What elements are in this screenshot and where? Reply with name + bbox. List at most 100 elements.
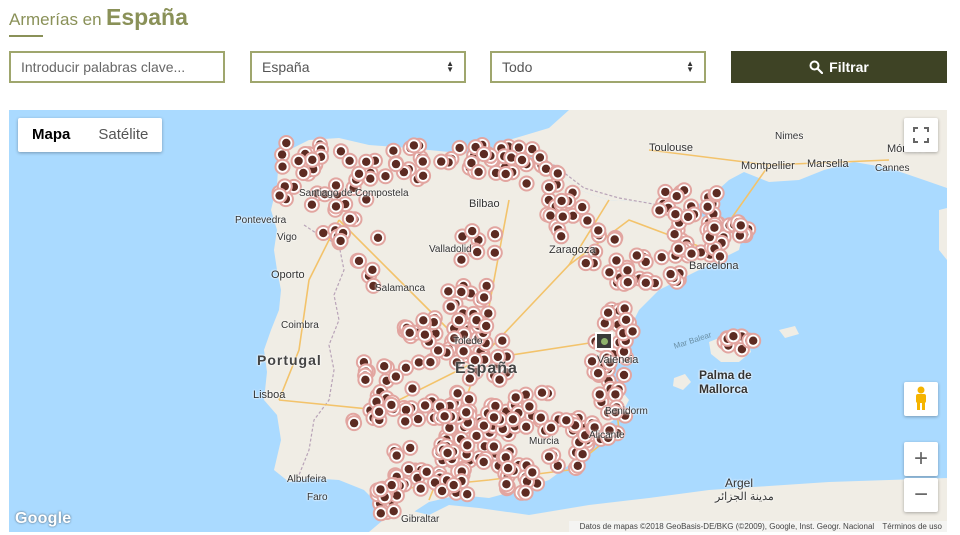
city-label: مدينة الجزائر [715,491,774,503]
map-container[interactable]: Toulouse Nimes Montpellier Marsella Móna… [9,110,947,532]
marker-dot [541,164,551,173]
marker-dot [612,256,621,265]
marker-dot [464,395,474,404]
marker-dot [463,441,472,450]
marker-dot [462,408,471,417]
marker-dot [472,431,481,441]
marker-dot [453,389,462,398]
keywords-search-input[interactable]: Introducir palabras clave... [9,51,225,83]
marker-dot [420,401,430,410]
marker-dot [392,451,401,460]
tab-satellite[interactable]: Satélite [84,118,162,152]
marker-dot [683,212,693,222]
marker-dot [490,248,499,257]
marker-dot [366,174,375,183]
terms-link[interactable]: Términos de uso [882,522,942,531]
city-label: Oporto [271,269,305,281]
land-corsica [939,208,947,260]
marker-dot [308,155,317,164]
marker-dot [455,143,464,153]
country-label-portugal: Portugal [257,352,322,368]
marker-dot [611,390,620,399]
city-label: Mallorca [699,382,748,396]
marker-dot [535,153,545,162]
marker-dot [503,463,513,473]
street-view-button[interactable] [904,382,938,416]
marker-dot [418,171,428,180]
category-select-value: Todo [502,59,533,75]
marker-dot [619,370,629,380]
marker-dot [354,169,364,178]
city-label: Toledo [453,336,483,347]
marker-dot [437,486,447,496]
marker-dot [437,157,446,166]
marker-dot [674,244,683,253]
marker-dot [422,467,431,476]
marker-dot [610,235,619,244]
fullscreen-button[interactable] [904,118,938,152]
marker-dot [278,162,287,171]
marker-dot [454,316,464,325]
marker-dot [387,480,396,490]
marker-dot [489,413,499,422]
select-arrows-icon: ▲ ▼ [686,59,694,74]
city-label: Marsella [807,158,849,170]
attribution-text: Datos de mapas ©2018 GeoBasis-DE/BKG (©2… [579,522,875,531]
marker-dot [544,183,554,192]
marker-dot [657,253,666,262]
marker-dot [406,443,415,453]
marker-dot [623,266,632,275]
marker-dot [401,417,410,426]
marker-dot [419,316,428,325]
marker-dot [489,442,499,451]
zoom-out-button[interactable]: − [904,478,938,512]
marker-dot [401,405,411,415]
marker-dot [275,191,284,200]
marker-dot [593,369,603,378]
zoom-in-button[interactable]: + [904,442,938,476]
title-underline [9,35,43,37]
marker-dot [373,233,383,242]
marker-dot [479,457,488,467]
filter-button[interactable]: Filtrar [731,51,947,83]
title-prefix: Armerías en [9,10,102,29]
marker-dot [299,168,308,178]
marker-dot [581,258,590,268]
city-label: Faro [307,492,328,503]
marker-dot [405,328,414,337]
marker-dot [736,221,745,230]
category-select[interactable]: Todo ▲ ▼ [490,51,706,83]
marker-dot [482,321,491,331]
city-label: Salamanca [375,283,426,294]
city-label: Gibraltar [401,514,440,525]
region-select[interactable]: España ▲ ▼ [250,51,466,83]
marker-dot [354,256,364,266]
marker-dot [449,480,458,490]
marker-dot [557,232,566,241]
marker-dot [661,187,670,197]
land-menorca [779,326,799,338]
marker-dot [443,448,452,458]
marker-dot [522,422,531,431]
marker-dot [502,480,511,489]
selected-marker[interactable] [595,332,613,350]
marker-dot [479,149,489,159]
marker-dot [562,416,571,425]
marker-dot [687,249,696,258]
marker-dot [583,216,592,225]
city-label: Santiago de Compostela [299,188,409,199]
marker-dot [558,212,567,221]
marker-dot [628,327,637,336]
city-label: Valladolid [429,244,472,255]
marker-dot [368,265,377,274]
land-ibiza [673,374,691,390]
marker-dot [294,156,303,166]
filter-button-label: Filtrar [829,59,869,75]
marker-dot [712,188,721,198]
plus-icon: + [913,445,928,472]
marker-dot [511,393,520,402]
marker-dot [277,150,287,159]
marker-dot [408,384,417,393]
marker-dot [374,407,384,416]
tab-map[interactable]: Mapa [18,118,84,152]
